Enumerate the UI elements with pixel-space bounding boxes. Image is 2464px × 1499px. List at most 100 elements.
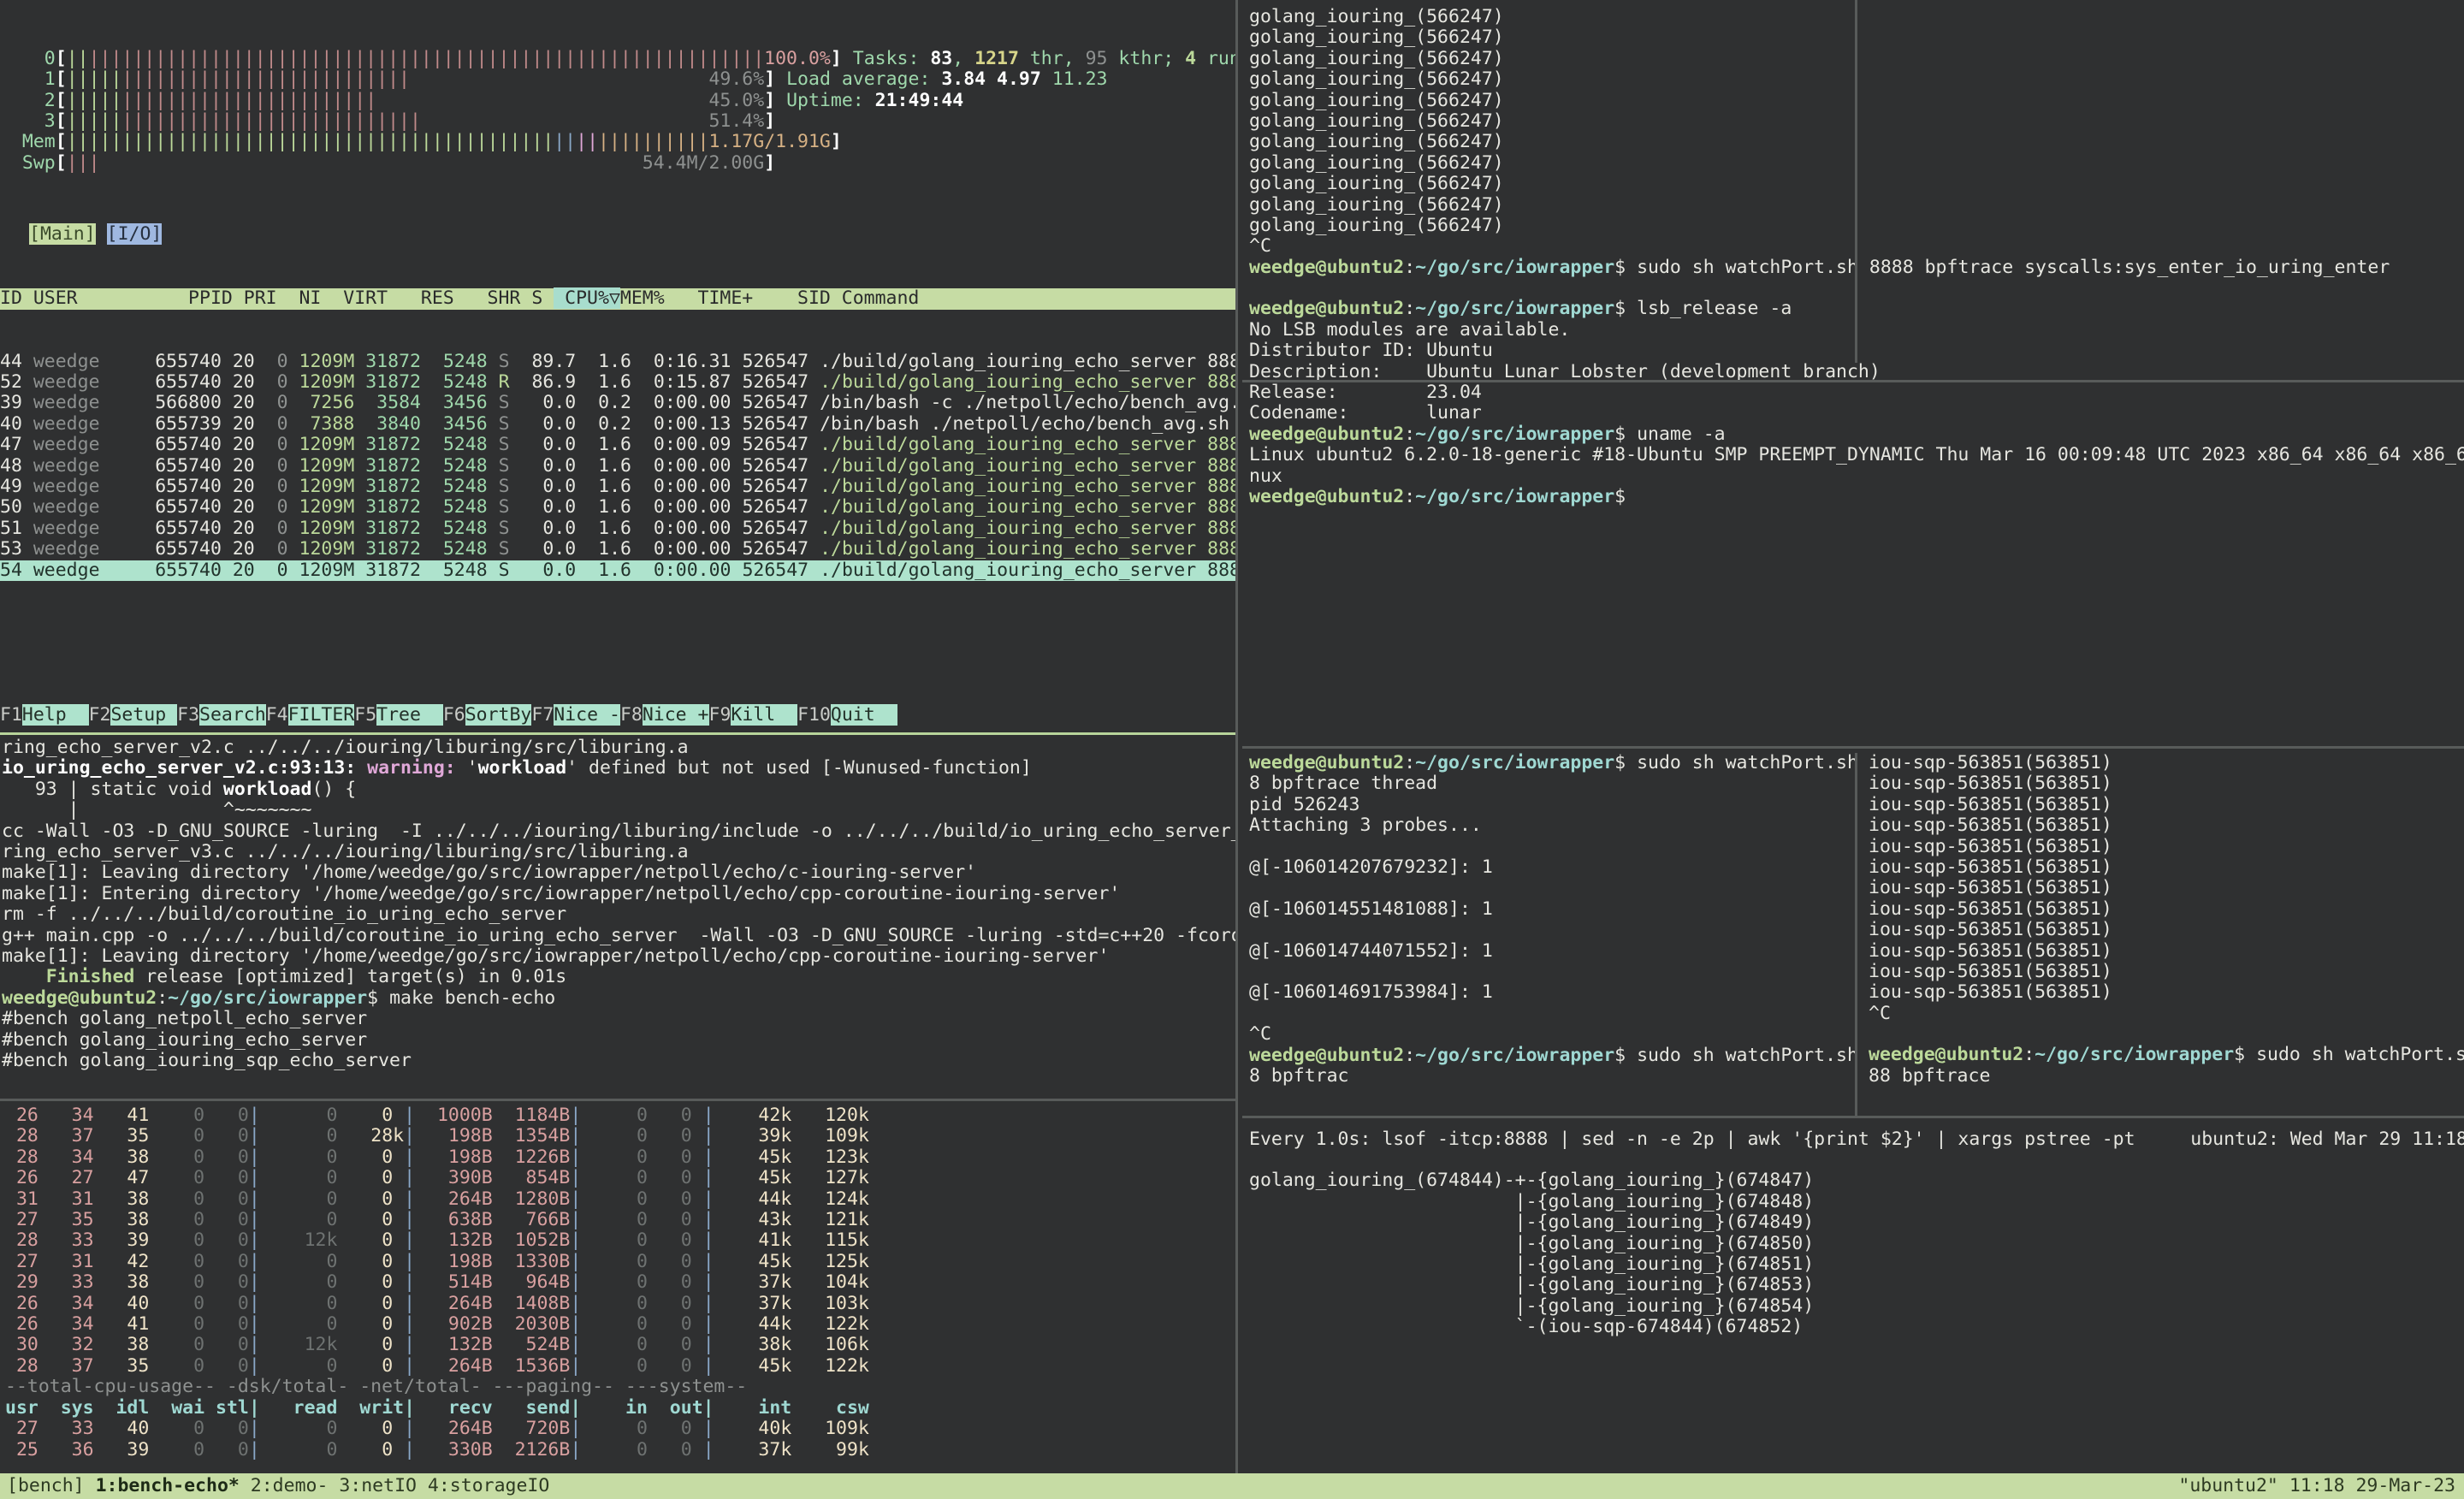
cpu-meter-row[interactable]: 3[|||||||||||||||||||||||||||||||| 51.4%… xyxy=(0,110,1235,133)
cell-ppid: 655740 xyxy=(155,475,222,497)
htop-header-left[interactable]: ID USER PPID PRI NI VIRT RES SHR S xyxy=(0,287,554,309)
dstat-cell: 0 xyxy=(592,1313,648,1336)
fkey-f6[interactable]: F6 xyxy=(443,704,465,726)
fkey-f1[interactable]: F1 xyxy=(0,704,22,726)
fkey-f3[interactable]: F3 xyxy=(177,704,199,726)
swap-meter-row[interactable]: Swp[||| 54.4M/2.00G] xyxy=(0,152,1235,174)
table-row[interactable]: 40 weedge 655739 20 0 7388 3840 3456 S 0… xyxy=(0,413,1235,435)
build-output-pane[interactable]: ring_echo_server_v2.c ../../../iouring/l… xyxy=(0,738,1237,1097)
table-row[interactable]: 54 weedge 655740 20 0 1209M 31872 5248 S… xyxy=(0,560,1235,581)
dstat-cell: 35 xyxy=(104,1354,150,1377)
cpu-meter-row[interactable]: 0[||||||||||||||||||||||||||||||||||||||… xyxy=(0,47,1235,69)
dstat-pane[interactable]: 26 34 41 0 0| 0 0 | 1000B 1184B| 0 0 | 4… xyxy=(0,1105,1241,1473)
dstat-cell: 27 xyxy=(5,1418,38,1440)
status-window[interactable]: 2:demo- xyxy=(240,1475,329,1496)
build-prompt-tail: $ xyxy=(367,986,390,1009)
table-row[interactable]: 50 weedge 655740 20 0 1209M 31872 5248 S… xyxy=(0,497,1235,518)
htop-process-list[interactable]: 44 weedge 655740 20 0 1209M 31872 5248 S… xyxy=(0,351,1235,581)
pstree-line: |-{golang_iouring_}(674849) xyxy=(1249,1212,1815,1234)
sqp-cmd-wrap: 88 bpftrace xyxy=(1869,1064,1991,1087)
lsb-output-line: Codename: lunar xyxy=(1249,402,1482,424)
fkey-label-f4[interactable]: FILTER xyxy=(287,704,355,726)
htop-header-right[interactable]: MEM% TIME+ SID Command xyxy=(620,287,1235,309)
table-row[interactable]: 48 weedge 655740 20 0 1209M 31872 5248 S… xyxy=(0,455,1235,477)
fkey-label-f3[interactable]: Search xyxy=(199,704,266,726)
build-line: make[1]: Leaving directory '/home/weedge… xyxy=(2,862,977,884)
fkey-f5[interactable]: F5 xyxy=(354,704,376,726)
cell-virt: 1209M xyxy=(299,559,355,581)
meter-bar-segment: || xyxy=(66,47,89,69)
system-info-pane[interactable]: golang_iouring_(566247) golang_iouring_(5… xyxy=(1242,0,2464,739)
session-name[interactable]: [bench] xyxy=(7,1475,85,1496)
dstat-cell: 198B xyxy=(426,1146,493,1168)
fkey-label-f8[interactable]: Nice + xyxy=(642,704,709,726)
fkey-f8[interactable]: F8 xyxy=(620,704,643,726)
dstat-cell: 45k xyxy=(725,1250,792,1272)
dstat-cell: 0 xyxy=(658,1313,703,1336)
dstat-cell: 0 xyxy=(216,1271,249,1294)
dstat-cell: 99k xyxy=(803,1438,869,1460)
fkey-label-f7[interactable]: Nice - xyxy=(554,704,620,726)
table-row[interactable]: 39 weedge 566800 20 0 7256 3584 3456 S 0… xyxy=(0,393,1235,413)
dstat-col: sys xyxy=(49,1396,94,1419)
dstat-cell: 34 xyxy=(49,1146,94,1168)
table-row[interactable]: 44 weedge 655740 20 0 1209M 31872 5248 S… xyxy=(0,351,1235,372)
table-row[interactable]: 51 weedge 655740 20 0 1209M 31872 5248 S… xyxy=(0,518,1235,539)
meter-bar-segment: ||||||||||||||||||||||||||||||||||||||||… xyxy=(66,131,554,153)
cell-cpu: 0.0 xyxy=(520,538,577,560)
window-list[interactable]: 1:bench-echo* 2:demo- 3:netIO 4:storageI… xyxy=(85,1475,550,1496)
htop-function-key-bar[interactable]: F1Help F2Setup F3SearchF4FILTERF5Tree F6… xyxy=(0,704,897,726)
cell-time: 0:00.00 xyxy=(642,496,732,518)
meter-bar-segment: || xyxy=(576,131,599,153)
cargo-finished-line: Finished release [optimized] target(s) i… xyxy=(2,966,567,988)
mem-meter-row[interactable]: Mem[||||||||||||||||||||||||||||||||||||… xyxy=(0,132,1235,152)
status-window[interactable]: 4:storageIO xyxy=(417,1475,549,1496)
fkey-label-f10[interactable]: Quit xyxy=(830,704,897,726)
htop-tabs[interactable]: [Main] [I/O] xyxy=(0,223,1235,246)
cpu-meter-row[interactable]: 1[||||||||||||||||||||||||||||||| 49.6%]… xyxy=(0,69,1235,90)
dstat-cell: 109k xyxy=(803,1125,869,1147)
meter-bracket: ] xyxy=(764,110,776,133)
fkey-label-f9[interactable]: Kill xyxy=(731,704,798,726)
status-window[interactable]: 3:netIO xyxy=(328,1475,417,1496)
fkey-label-f2[interactable]: Setup xyxy=(110,704,178,726)
table-row[interactable]: 47 weedge 655740 20 0 1209M 31872 5248 S… xyxy=(0,434,1235,455)
dstat-row: 28 37 35 0 0| 0 28k| 198B 1354B| 0 0 | 3… xyxy=(5,1125,869,1147)
fkey-label-f5[interactable]: Tree xyxy=(376,704,443,726)
table-row[interactable]: 53 weedge 655740 20 0 1209M 31872 5248 S… xyxy=(0,538,1235,560)
dstat-cell: 198B xyxy=(426,1250,493,1272)
sqp-watch-pane[interactable]: iou-sqp-563851(563851) iou-sqp-563851(563… xyxy=(1862,753,2464,1112)
dstat-cell: 0 xyxy=(270,1292,338,1314)
fkey-f7[interactable]: F7 xyxy=(531,704,554,726)
htop-table-header[interactable]: ID USER PPID PRI NI VIRT RES SHR S CPU%▽… xyxy=(0,287,1235,310)
fkey-label-f1[interactable]: Help xyxy=(21,704,89,726)
dstat-cell: 39 xyxy=(104,1438,150,1460)
bpftrace-pane[interactable]: weedge@ubuntu2:~/go/src/iowrapper$ sudo … xyxy=(1242,753,1862,1112)
table-row[interactable]: 49 weedge 655740 20 0 1209M 31872 5248 S… xyxy=(0,475,1235,497)
bpf-prompt1-path: ~/go/src/iowrapper xyxy=(1415,753,1615,773)
status-window-active[interactable]: 1:bench-echo* xyxy=(96,1475,240,1496)
dstat-cell: 0 xyxy=(592,1292,648,1314)
dstat-cell: 0 xyxy=(348,1188,405,1210)
bpf-prompt2-sep: : xyxy=(1404,1044,1416,1066)
cell-time: 0:00.00 xyxy=(642,475,732,497)
fkey-f9[interactable]: F9 xyxy=(709,704,732,726)
htop-tab-io[interactable]: [I/O] xyxy=(106,223,163,246)
build-line: ring_echo_server_v3.c ../../../iouring/l… xyxy=(2,841,689,863)
pstree-watch-pane[interactable]: Every 1.0s: lsof -itcp:8888 | sed -n -e … xyxy=(1242,1129,2464,1472)
table-row[interactable]: 52 weedge 655740 20 0 1209M 31872 5248 R… xyxy=(0,370,1235,393)
fkey-f4[interactable]: F4 xyxy=(266,704,288,726)
dstat-cell: 45k xyxy=(725,1167,792,1189)
htop-pane[interactable]: 0[||||||||||||||||||||||||||||||||||||||… xyxy=(0,0,1235,732)
cell-pri: 20 xyxy=(232,538,255,560)
dstat-cell: 514B xyxy=(426,1271,493,1294)
tmux-status-bar[interactable]: [bench] 1:bench-echo* 2:demo- 3:netIO 4:… xyxy=(0,1473,2464,1499)
fkey-label-f6[interactable]: SortBy xyxy=(465,704,532,726)
htop-header-sort-cpu[interactable]: CPU%▽ xyxy=(554,287,620,310)
cpu-meter-row[interactable]: 2[|||||||||||||||||||||||||||| 45.0%] Up… xyxy=(0,90,1235,111)
cell-command: ./build/golang_iouring_echo_server 8888 … xyxy=(820,370,1235,393)
dstat-cell: 132B xyxy=(426,1229,493,1252)
fkey-f2[interactable]: F2 xyxy=(89,704,111,726)
htop-tab-main[interactable]: [Main] xyxy=(29,223,96,246)
fkey-f10[interactable]: F10 xyxy=(797,704,831,726)
